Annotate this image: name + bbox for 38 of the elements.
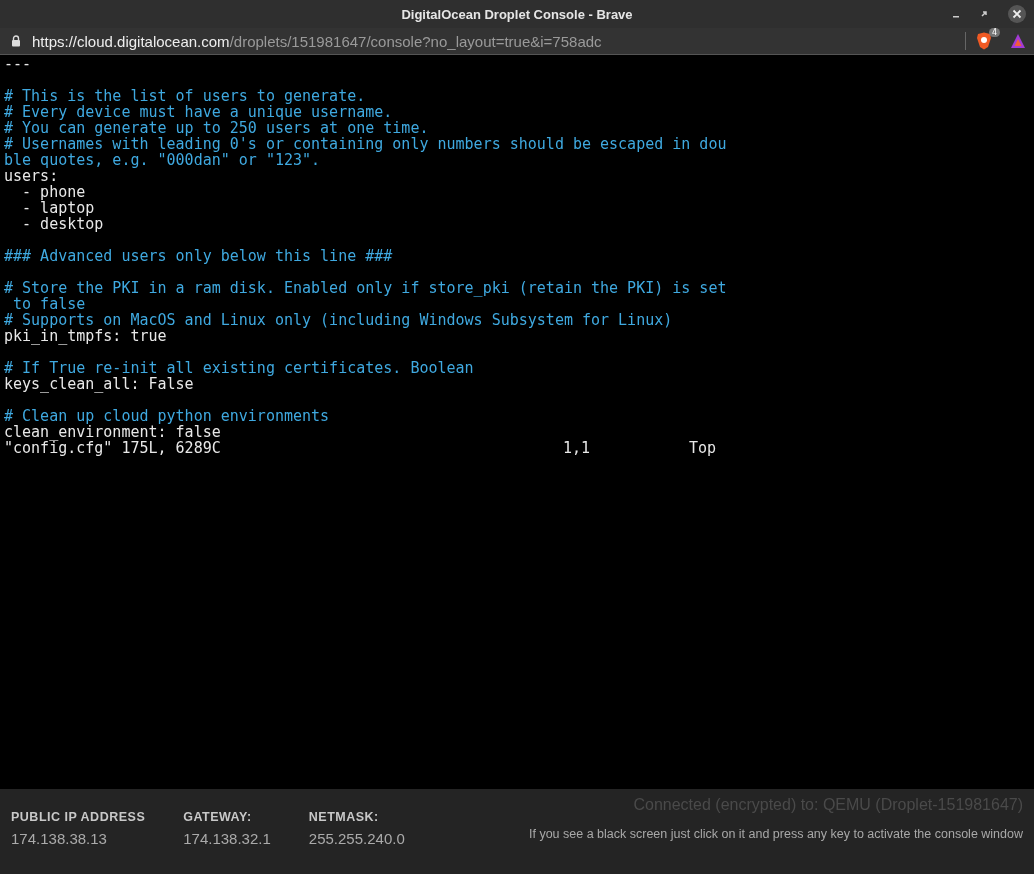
file-info: "config.cfg" 175L, 6289C (4, 439, 221, 457)
shields-count-badge: 4 (988, 28, 1000, 37)
comment-line: ### Advanced users only below this line ### (4, 247, 393, 265)
comment-line: # You can generate up to 250 users at one time. (4, 119, 429, 137)
field-label: GATEWAY: (183, 810, 253, 824)
comment-line: ble quotes, e.g. "000dan" or "123". (4, 151, 321, 169)
code-line: --- (4, 55, 32, 73)
comment-line: to false (12, 295, 86, 313)
field-value: 255.255.240.0 (308, 830, 405, 847)
close-icon[interactable] (1007, 4, 1027, 24)
comment-line: # If True re-init all existing certificates. Boolean (4, 359, 474, 377)
url-host: https://cloud.digitalocean.com (32, 32, 230, 50)
hint-text: If you see a black screen just click on it and press any key to activate the console window (529, 827, 1023, 841)
cursor-position: 1,1 (563, 440, 591, 456)
code-line: keys_clean_all: False (4, 375, 194, 393)
comment-line: # Every device must have a unique username. (4, 103, 393, 121)
comment-line: # Store the PKI in a ram disk. Enabled only if store_pki (retain the PKI) is set (4, 279, 727, 297)
code-line: - phone (21, 183, 86, 201)
code-line: pki_in_tmpfs: true (4, 327, 167, 345)
comment-line: # Supports on MacOS and Linux only (including Windows Subsystem for Linux) (4, 311, 673, 329)
field-label: NETMASK: (308, 810, 380, 824)
comment-line: # This is the list of users to generate. (4, 87, 366, 105)
field-value: 174.138.38.13 (11, 830, 108, 847)
code-line: - desktop (21, 215, 104, 233)
window-title: DigitalOcean Droplet Console - Brave (401, 6, 633, 22)
comment-line: # Clean up cloud python environments (4, 407, 330, 425)
url-path: /droplets/151981647/console?no_layout=true&i=758adc (229, 32, 602, 50)
lock-icon (11, 35, 21, 47)
field-value: 174.138.32.1 (183, 830, 271, 847)
comment-line: # Usernames with leading 0's or containing only numbers should be escaped in dou (4, 135, 727, 153)
restore-icon[interactable] (979, 9, 989, 19)
field-label: PUBLIC IP ADDRESS (11, 810, 146, 824)
scroll-position: Top (689, 440, 717, 456)
triangle-icon[interactable] (1010, 33, 1026, 49)
code-line: clean_environment: false (4, 423, 221, 441)
code-line: - laptop (21, 199, 95, 217)
code-line: users: (4, 167, 59, 185)
address-bar[interactable]: https://cloud.digitalocean.com/droplets/151981647/console?no_layout=true&i=758adc 4 (0, 28, 1034, 55)
